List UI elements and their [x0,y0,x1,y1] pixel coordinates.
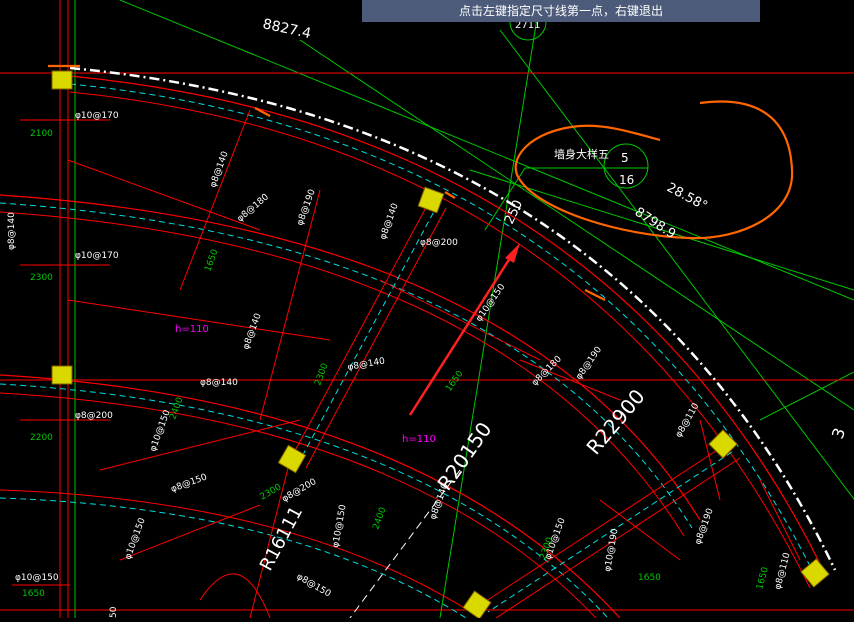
rebar-label: φ8@200 [75,411,113,421]
rebar-length: 2200 [30,433,53,443]
rebar-label: φ8@140 [200,378,238,388]
slab-thickness-b: h=110 [402,434,436,445]
cad-drawing-canvas[interactable]: 8827.4 2711 墙身大样五 5 16 28.58° 8798.9 250… [0,0,854,620]
rebar-length: 1650 [638,573,661,583]
rebar-label: φ8@140 [7,212,17,250]
rebar-label: 50 [109,606,119,618]
rebar-length: 1650 [22,589,45,599]
detail-number: 5 [621,151,629,165]
rebar-label: φ8@200 [420,238,458,248]
detail-sheet: 16 [619,173,634,187]
rebar-label: φ10@170 [75,251,119,261]
rebar-length: 2300 [30,273,53,283]
cad-viewport[interactable]: 8827.4 2711 墙身大样五 5 16 28.58° 8798.9 250… [0,0,854,620]
rebar-label: φ10@150 [15,573,59,583]
rebar-label: φ10@170 [75,111,119,121]
command-prompt: 点击左键指定尺寸线第一点，右键退出 [362,0,760,22]
detail-title: 墙身大样五 [554,147,609,161]
slab-thickness-a: h=110 [175,324,209,335]
rebar-length: 2100 [30,129,53,139]
